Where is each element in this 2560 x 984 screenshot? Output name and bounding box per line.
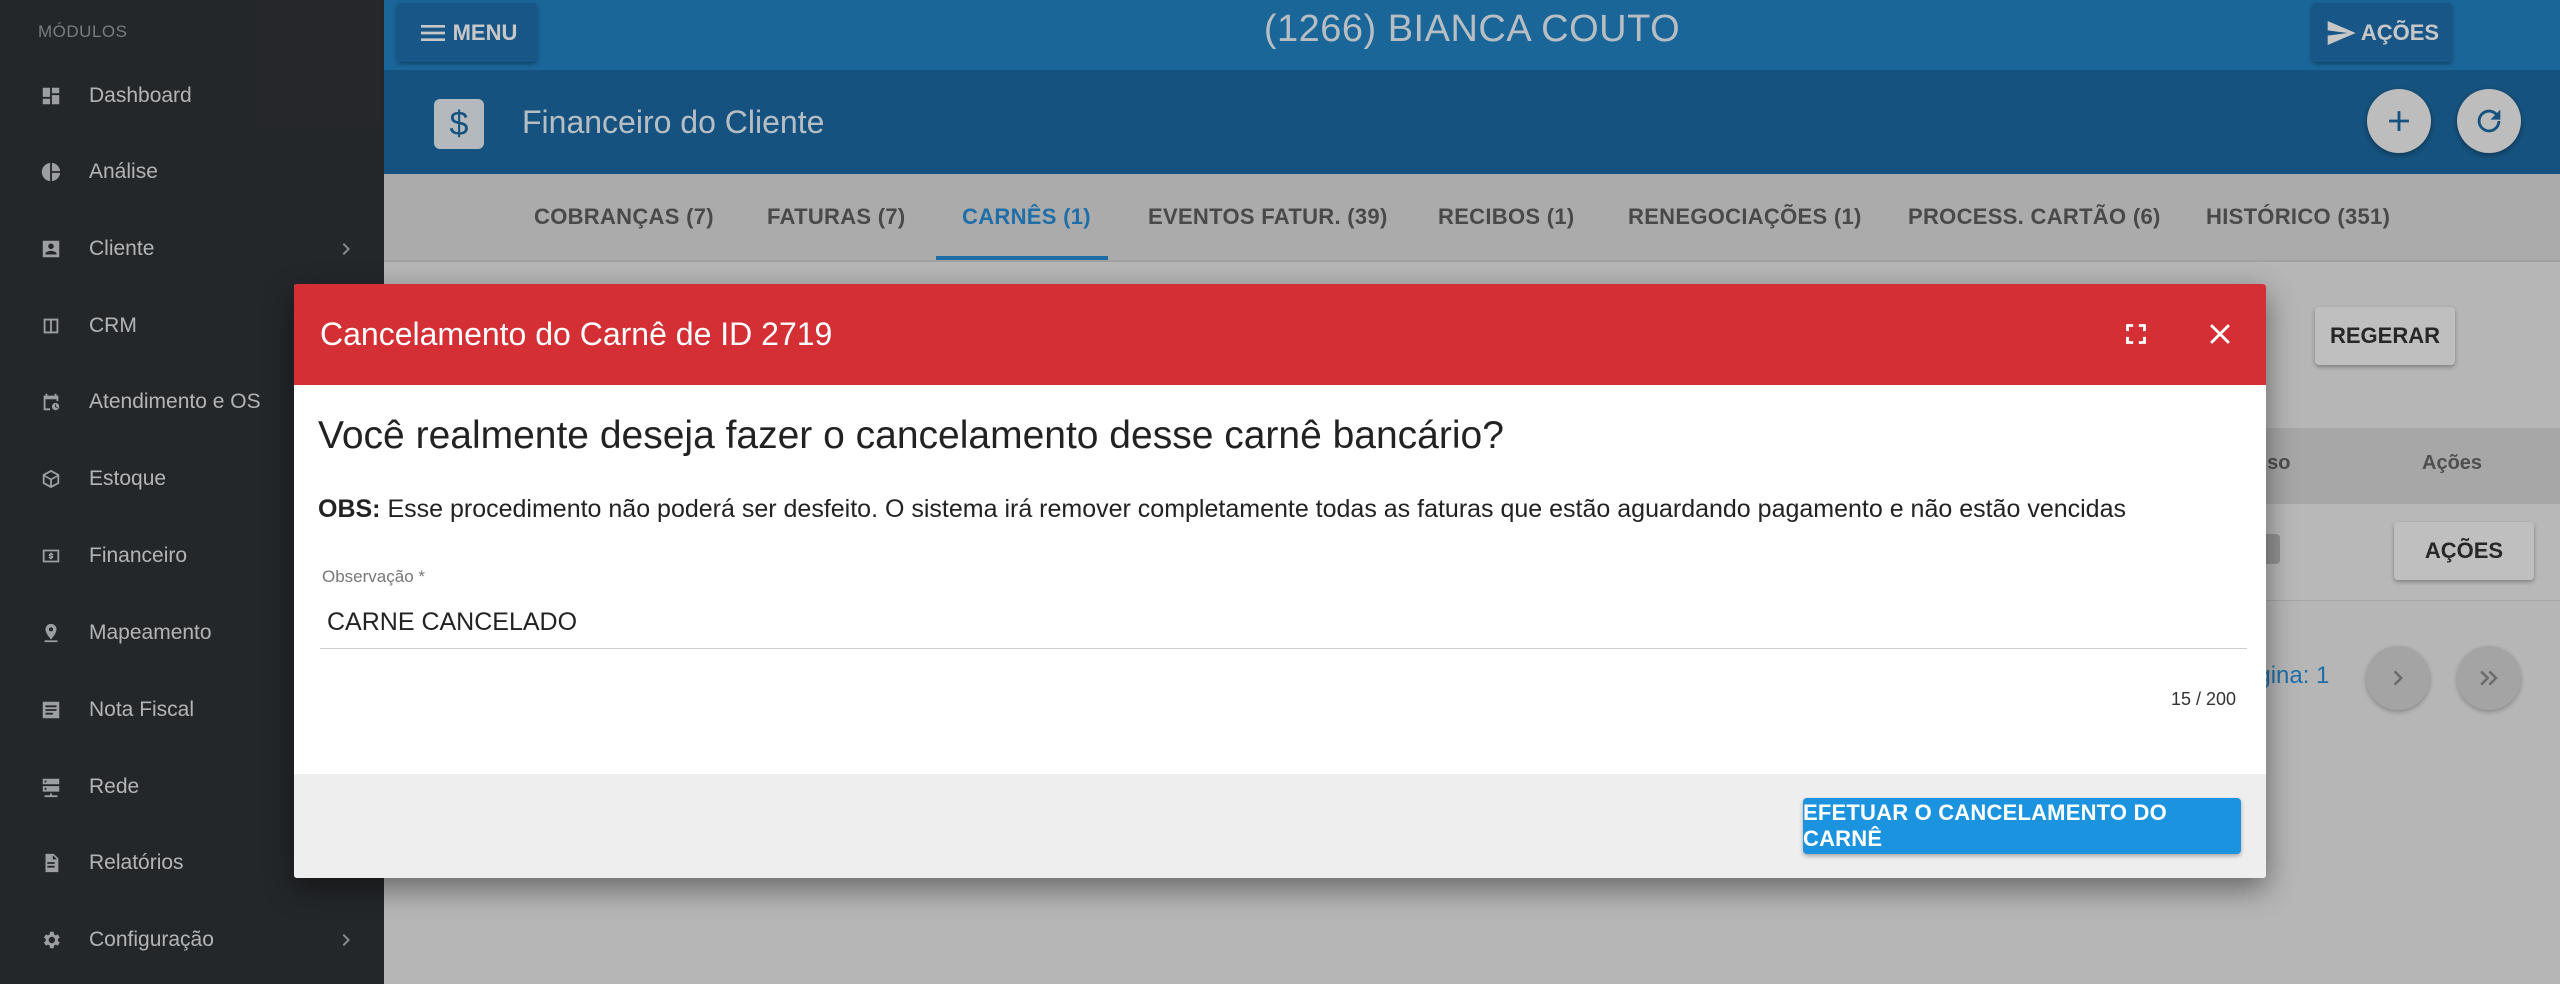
observation-field[interactable] xyxy=(320,596,2247,649)
warning-note: OBS: Esse procedimento não poderá ser de… xyxy=(318,495,2126,524)
close-icon xyxy=(2210,324,2230,344)
character-counter: 15 / 200 xyxy=(2170,689,2236,709)
cancel-carne-dialog: Cancelamento do Carnê de ID 2719 Você re… xyxy=(294,284,2266,878)
dialog-footer: EFETUAR O CANCELAMENTO DO CARNÊ xyxy=(294,774,2266,878)
dialog-header: Cancelamento do Carnê de ID 2719 xyxy=(294,284,2266,385)
confirm-cancel-button[interactable]: EFETUAR O CANCELAMENTO DO CARNÊ xyxy=(1803,798,2241,854)
fullscreen-button[interactable] xyxy=(2112,310,2160,358)
observation-label: Observação * xyxy=(322,567,425,586)
fullscreen-icon xyxy=(2126,324,2146,344)
close-button[interactable] xyxy=(2196,310,2244,358)
dialog-title: Cancelamento do Carnê de ID 2719 xyxy=(320,316,833,352)
warning-note-label: OBS: xyxy=(318,495,381,523)
warning-note-text: Esse procedimento não poderá ser desfeit… xyxy=(380,495,2126,523)
confirmation-question: Você realmente deseja fazer o cancelamen… xyxy=(318,414,1504,457)
